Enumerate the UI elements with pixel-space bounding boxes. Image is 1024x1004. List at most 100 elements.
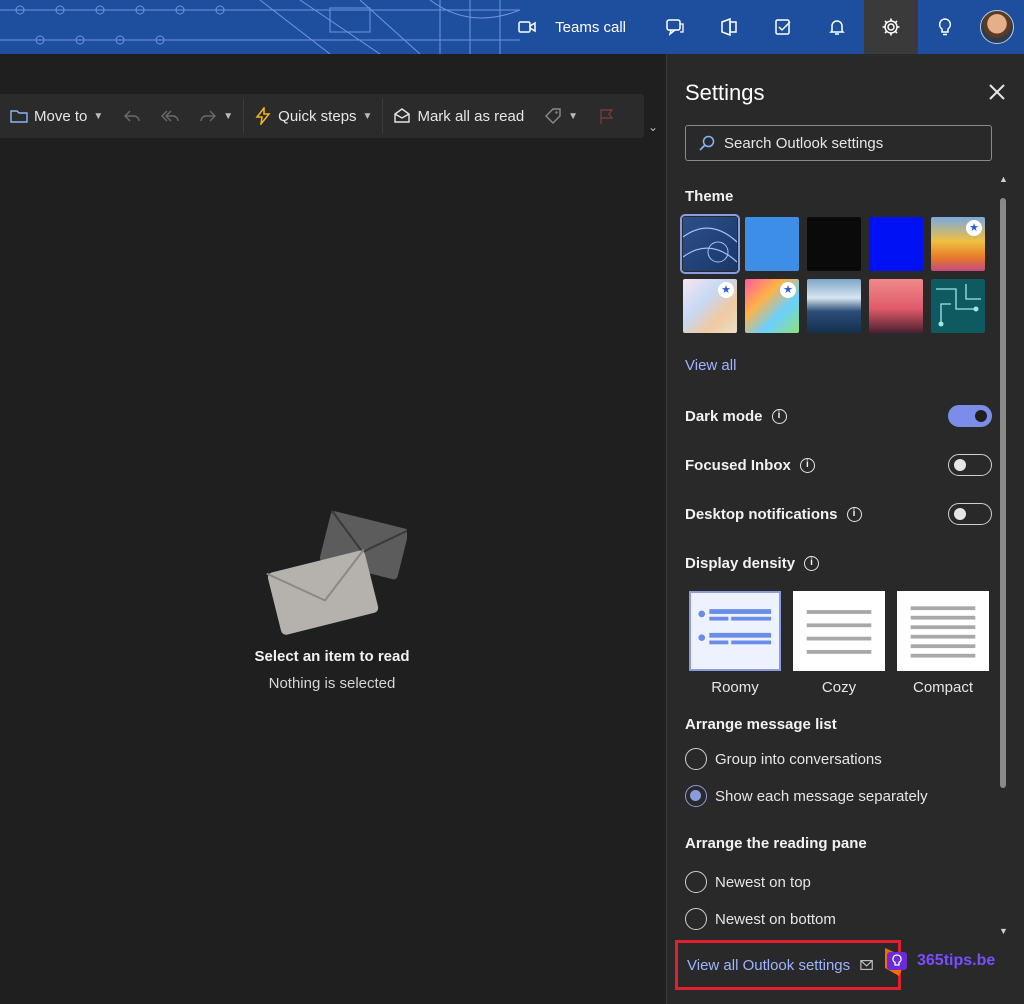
watermark: 365tips.be <box>881 946 995 976</box>
radio-button[interactable] <box>685 871 707 893</box>
theme-palm-sunset[interactable] <box>869 279 923 333</box>
flag-button[interactable] <box>588 94 626 138</box>
theme-blueprint[interactable] <box>680 214 740 274</box>
reply-all-icon <box>161 110 179 122</box>
desktop-notifications-label: Desktop notifications <box>685 505 838 523</box>
settings-panel: Settings Search Outlook settings Theme ★… <box>666 54 1024 1004</box>
radio-button[interactable] <box>685 748 707 770</box>
toggle-knob <box>954 508 966 520</box>
search-settings-input[interactable]: Search Outlook settings <box>685 125 992 161</box>
quick-steps-label: Quick steps <box>278 107 357 125</box>
close-icon[interactable] <box>985 80 1009 104</box>
theme-sunset-stripes[interactable]: ★ <box>931 217 985 271</box>
theme-blueprint-pattern <box>683 227 737 263</box>
theme-prism[interactable]: ★ <box>683 279 737 333</box>
density-compact[interactable]: Compact <box>897 591 989 696</box>
bell-icon <box>829 20 845 35</box>
view-all-themes-link[interactable]: View all <box>685 357 736 374</box>
tasks-icon <box>775 19 791 35</box>
quick-steps-button[interactable]: Quick steps ▼ <box>244 94 382 138</box>
chat-button[interactable] <box>648 0 702 54</box>
forward-button[interactable]: ▼ <box>189 94 243 138</box>
search-icon <box>699 135 715 151</box>
toggle-knob <box>954 459 966 471</box>
density-roomy-graphic <box>698 609 772 645</box>
scroll-up-icon[interactable]: ▲ <box>999 174 1008 184</box>
density-roomy-preview <box>689 591 781 671</box>
search-placeholder: Search Outlook settings <box>724 134 884 152</box>
radio-newest-bottom[interactable]: Newest on bottom <box>685 908 836 930</box>
density-cozy[interactable]: Cozy <box>793 591 885 696</box>
radio-button[interactable] <box>685 908 707 930</box>
folder-move-icon <box>10 110 28 123</box>
main-pane: Move to ▼ ▼ Quick steps ▼ Mark all as re… <box>0 54 666 1004</box>
display-density-label: Display density <box>685 554 796 572</box>
tag-button[interactable]: ▼ <box>534 94 588 138</box>
density-compact-graphic <box>910 606 976 658</box>
radio-label: Newest on bottom <box>715 910 836 928</box>
radio-show-separately[interactable]: Show each message separately <box>685 785 928 807</box>
theme-black[interactable] <box>807 217 861 271</box>
info-icon[interactable]: i <box>804 555 820 571</box>
density-roomy[interactable]: Roomy <box>689 591 781 696</box>
scroll-down-icon[interactable]: ▼ <box>999 926 1008 936</box>
avatar[interactable] <box>980 10 1014 44</box>
theme-light-blue[interactable] <box>745 217 799 271</box>
scrollbar-thumb[interactable] <box>1000 198 1006 788</box>
move-to-label: Move to <box>34 107 88 125</box>
reply-all-button[interactable] <box>151 94 189 138</box>
info-icon[interactable]: i <box>799 457 815 473</box>
tips-button[interactable] <box>918 0 972 54</box>
theme-ocean-wave[interactable] <box>807 279 861 333</box>
density-cozy-label: Cozy <box>821 679 857 696</box>
view-all-settings-label: View all Outlook settings <box>687 956 851 974</box>
office-icon <box>721 17 737 37</box>
density-cozy-graphic <box>806 610 872 654</box>
mark-all-read-button[interactable]: Mark all as read <box>383 94 534 138</box>
command-toolbar: Move to ▼ ▼ Quick steps ▼ Mark all as re… <box>0 94 644 138</box>
radio-label: Show each message separately <box>715 787 928 805</box>
settings-button[interactable] <box>864 0 918 54</box>
teams-call-button[interactable]: Teams call <box>497 0 648 54</box>
theme-circuit[interactable] <box>931 279 985 333</box>
lightbulb-icon <box>938 18 952 36</box>
theme-heading: Theme <box>685 188 734 205</box>
dark-mode-toggle[interactable] <box>948 405 992 427</box>
view-all-outlook-settings-link[interactable]: View all Outlook settings <box>675 940 901 990</box>
display-density-row: Display density i <box>685 551 992 575</box>
density-compact-preview <box>897 591 989 671</box>
info-icon[interactable]: i <box>771 408 787 424</box>
info-icon[interactable]: i <box>846 506 862 522</box>
arrange-message-list-heading: Arrange message list <box>685 716 837 733</box>
tag-icon <box>545 108 561 124</box>
desktop-notifications-toggle[interactable] <box>948 503 992 525</box>
video-icon <box>518 21 536 33</box>
office-button[interactable] <box>702 0 756 54</box>
reply-icon <box>124 110 140 122</box>
settings-scrollbar[interactable]: ▲ ▼ <box>999 174 1008 936</box>
arrange-reading-pane-heading: Arrange the reading pane <box>685 835 867 852</box>
dark-mode-row: Dark mode i <box>685 404 992 428</box>
notifications-button[interactable] <box>810 0 864 54</box>
radio-button[interactable] <box>685 785 707 807</box>
tasks-button[interactable] <box>756 0 810 54</box>
theme-colorful[interactable]: ★ <box>745 279 799 333</box>
header-background-pattern <box>0 0 520 54</box>
teams-call-label: Teams call <box>555 18 626 36</box>
desktop-notifications-row: Desktop notifications i <box>685 502 992 526</box>
theme-grid: ★ ★ ★ <box>680 214 985 333</box>
reply-button[interactable] <box>113 94 151 138</box>
focused-inbox-label: Focused Inbox <box>685 456 791 474</box>
focused-inbox-toggle[interactable] <box>948 454 992 476</box>
radio-newest-top[interactable]: Newest on top <box>685 871 811 893</box>
toggle-knob <box>975 410 987 422</box>
flag-icon <box>600 109 614 124</box>
envelope-settings-icon <box>860 960 873 970</box>
move-to-button[interactable]: Move to ▼ <box>0 94 113 138</box>
empty-subtitle: Nothing is selected <box>268 675 396 692</box>
radio-group-conversations[interactable]: Group into conversations <box>685 748 882 770</box>
lightning-icon <box>255 107 271 125</box>
theme-blue[interactable] <box>869 217 923 271</box>
density-roomy-label: Roomy <box>711 679 759 696</box>
toolbar-overflow-chevron-icon[interactable]: ⌄ <box>648 120 658 134</box>
